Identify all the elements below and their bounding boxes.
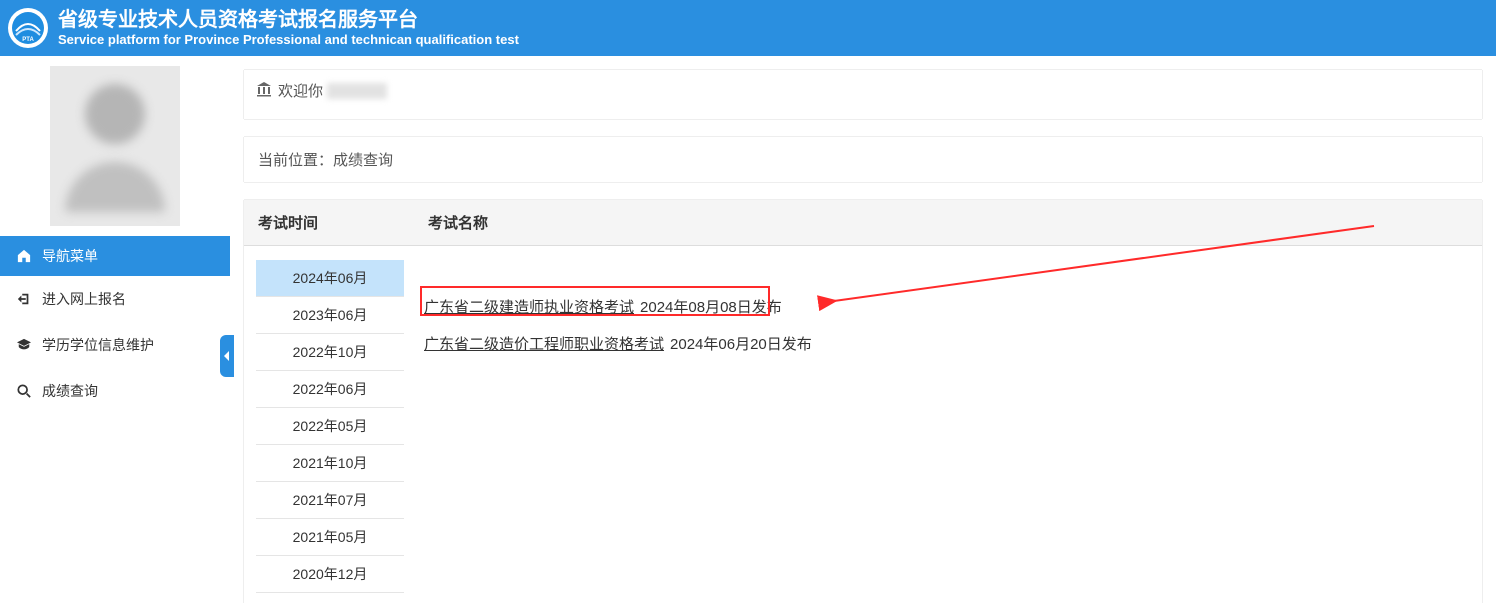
breadcrumb: 当前位置：成绩查询 xyxy=(244,137,1482,182)
exam-time-item[interactable]: 2021年05月 xyxy=(256,519,404,556)
exam-time-item[interactable]: 2023年06月 xyxy=(256,297,404,334)
search-icon xyxy=(14,384,34,398)
home-icon xyxy=(14,249,34,263)
nav-header-label: 导航菜单 xyxy=(42,246,98,266)
logo-icon: PTA xyxy=(8,8,48,48)
exam-row: 广东省二级建造师执业资格考试 2024年08月08日发布 xyxy=(424,296,1466,317)
bank-icon xyxy=(256,81,272,101)
nav-item-education-maintain[interactable]: 学历学位信息维护 xyxy=(0,322,230,368)
exam-time-list: 2024年06月2023年06月2022年10月2022年06月2022年05月… xyxy=(244,246,414,603)
results-panel: 考试时间 考试名称 2024年06月2023年06月2022年10月2022年0… xyxy=(244,200,1482,603)
nav-item-label: 成绩查询 xyxy=(42,381,98,401)
exam-name-list: 广东省二级建造师执业资格考试 2024年08月08日发布广东省二级造价工程师职业资… xyxy=(414,246,1482,603)
app-header: PTA 省级专业技术人员资格考试报名服务平台 Service platform … xyxy=(0,0,1496,56)
table-header-row: 考试时间 考试名称 xyxy=(244,200,1482,246)
nav-header: 导航菜单 xyxy=(0,236,230,276)
main-content: 欢迎你 当前位置：成绩查询 考试时间 考试名称 2024年06月2023年06月… xyxy=(230,56,1496,603)
login-icon xyxy=(14,292,34,306)
welcome-username-redacted xyxy=(327,83,387,99)
exam-time-item[interactable]: 2022年05月 xyxy=(256,408,404,445)
header-title-cn: 省级专业技术人员资格考试报名服务平台 xyxy=(58,8,519,32)
col-header-name: 考试名称 xyxy=(414,200,1482,245)
nav-item-enter-registration[interactable]: 进入网上报名 xyxy=(0,276,230,322)
avatar xyxy=(0,56,230,236)
sidebar: 导航菜单 进入网上报名 学历学位信息维护 成绩查询 xyxy=(0,56,230,603)
header-title-en: Service platform for Province Profession… xyxy=(58,32,519,48)
sidebar-collapse-handle[interactable] xyxy=(220,335,234,377)
nav-item-score-query[interactable]: 成绩查询 xyxy=(0,368,230,414)
exam-link[interactable]: 广东省二级建造师执业资格考试 xyxy=(424,296,634,317)
exam-link[interactable]: 广东省二级造价工程师职业资格考试 xyxy=(424,333,664,354)
svg-text:PTA: PTA xyxy=(22,37,34,43)
welcome-bar: 欢迎你 xyxy=(244,70,1482,119)
exam-time-item[interactable]: 2022年10月 xyxy=(256,334,404,371)
exam-time-item[interactable]: 2021年07月 xyxy=(256,482,404,519)
nav-item-label: 学历学位信息维护 xyxy=(42,335,154,355)
exam-time-item[interactable]: 2024年06月 xyxy=(256,260,404,297)
nav-item-label: 进入网上报名 xyxy=(42,289,126,309)
breadcrumb-text: 当前位置：成绩查询 xyxy=(258,152,393,169)
graduation-cap-icon xyxy=(14,338,34,352)
exam-time-item[interactable]: 2022年06月 xyxy=(256,371,404,408)
exam-time-item[interactable]: 2021年10月 xyxy=(256,445,404,482)
welcome-text: 欢迎你 xyxy=(278,80,323,101)
exam-publish-date: 2024年06月20日发布 xyxy=(670,333,812,354)
exam-row: 广东省二级造价工程师职业资格考试 2024年06月20日发布 xyxy=(424,333,1466,354)
col-header-time: 考试时间 xyxy=(244,200,414,245)
exam-time-item[interactable]: 2020年12月 xyxy=(256,556,404,593)
exam-publish-date: 2024年08月08日发布 xyxy=(640,296,782,317)
